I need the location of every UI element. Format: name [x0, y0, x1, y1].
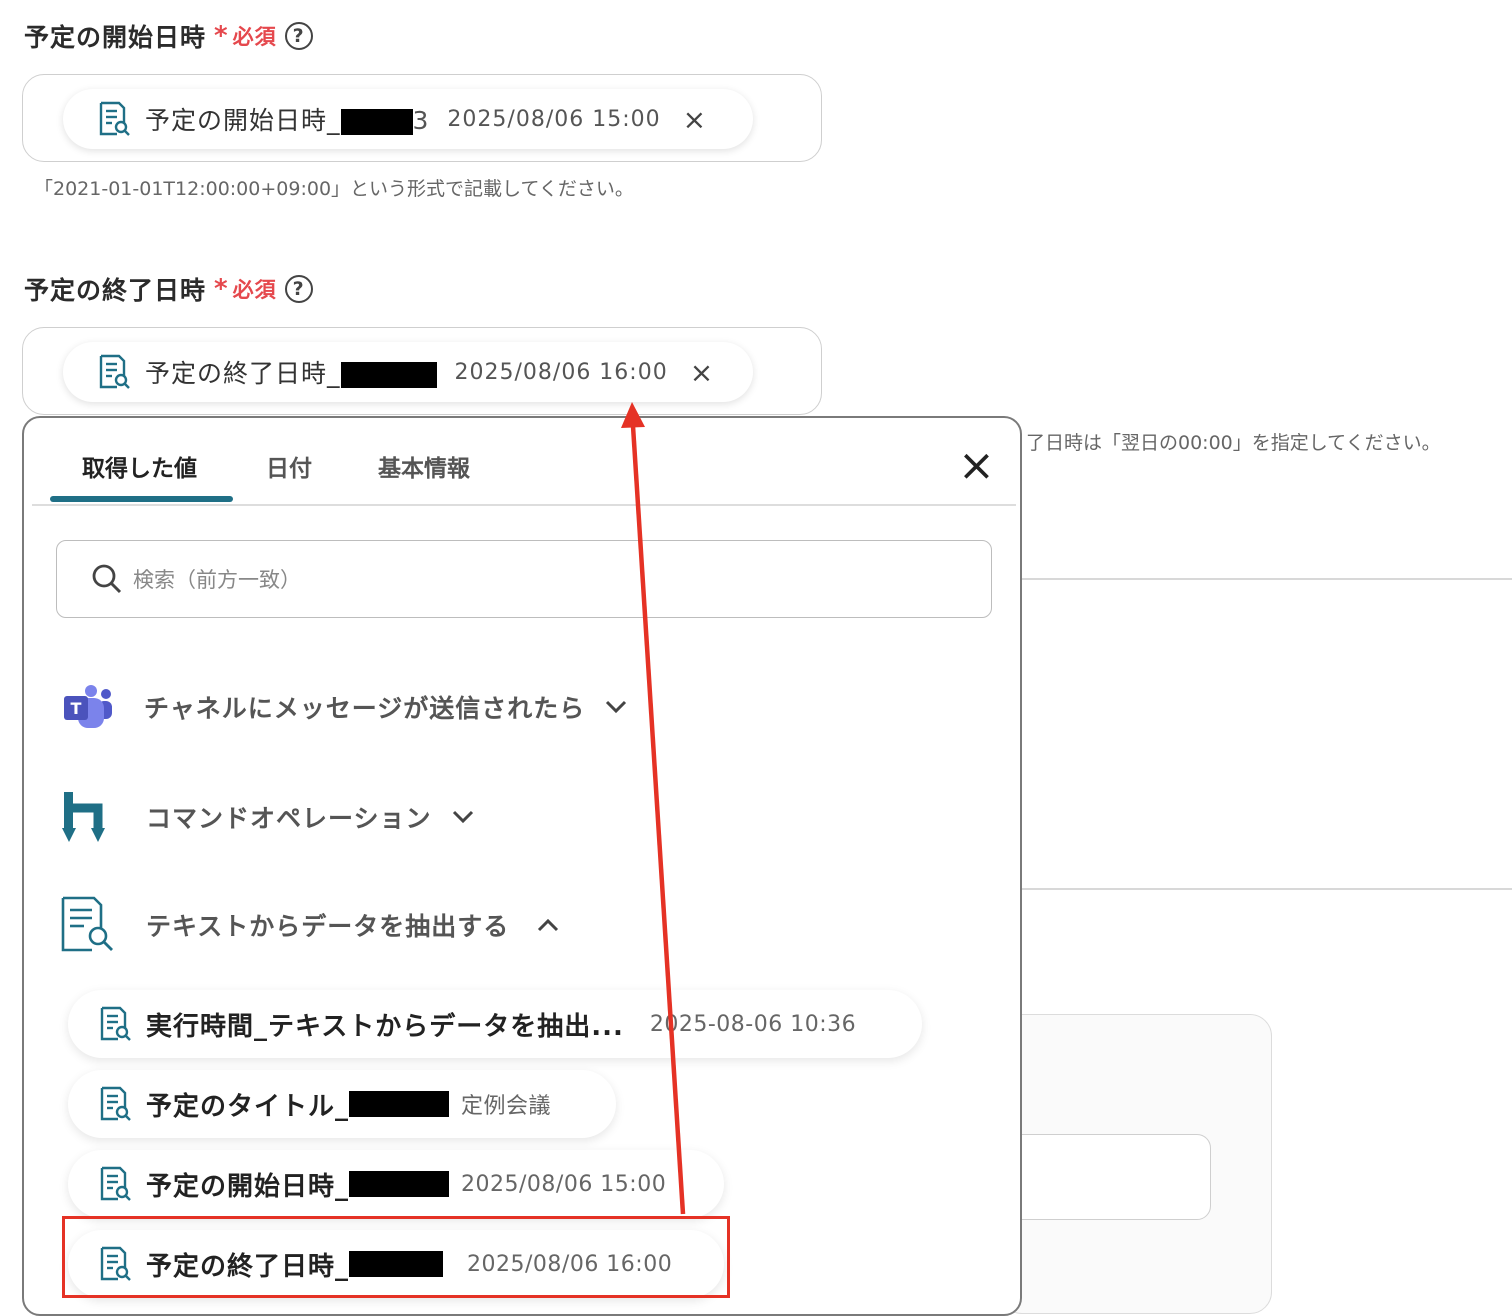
annotation-arrow: [621, 402, 686, 1215]
